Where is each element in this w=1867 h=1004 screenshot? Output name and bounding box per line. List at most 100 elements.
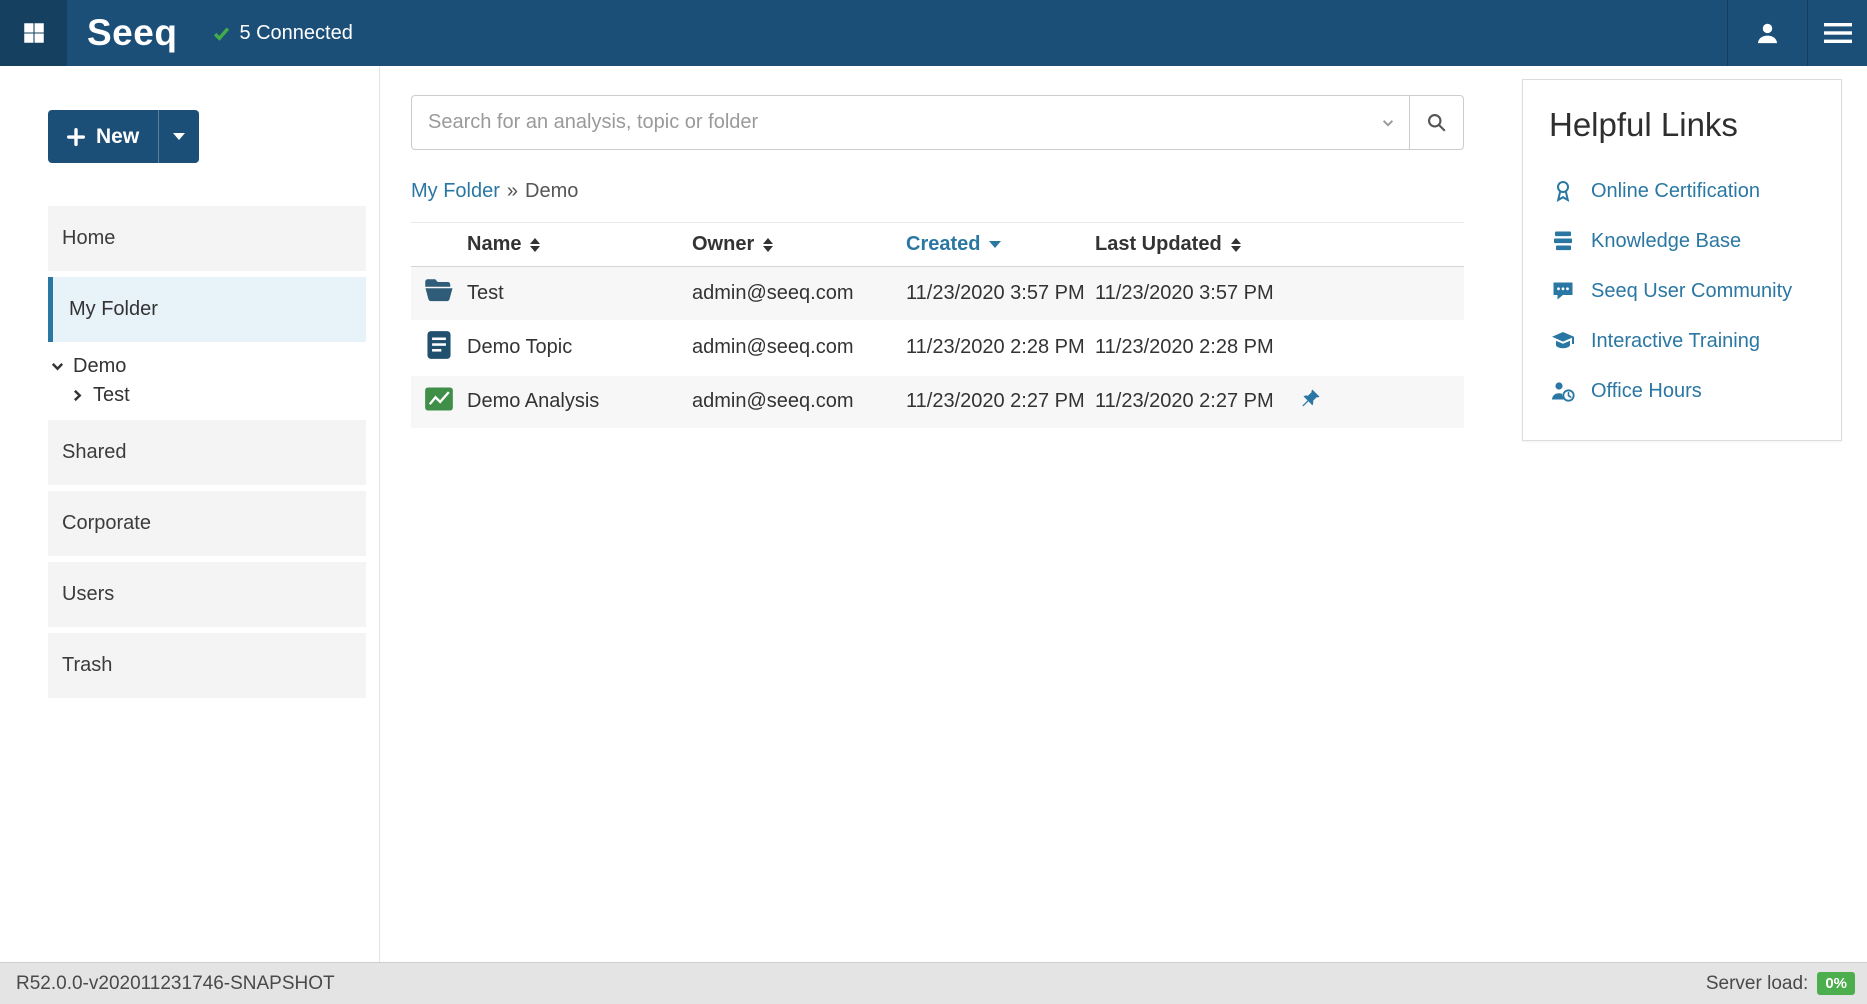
sort-icon [1231,238,1241,252]
analysis-icon [424,386,454,412]
link-office-hours[interactable]: Office Hours [1549,366,1815,416]
table-row-demo-topic[interactable]: Demo Topic admin@seeq.com 11/23/2020 2:2… [411,321,1464,375]
item-name: Demo Topic [467,321,692,375]
caret-down-icon [173,133,185,140]
item-updated: 11/23/2020 2:28 PM [1095,321,1300,375]
main-content: My Folder » Demo Name Owner Created [380,66,1492,962]
item-name: Test [467,267,692,321]
column-header-last-updated[interactable]: Last Updated [1095,223,1300,267]
hamburger-icon [1824,22,1852,44]
sort-icon [763,238,773,252]
item-updated: 11/23/2020 3:57 PM [1095,267,1300,321]
chevron-down-icon[interactable] [1381,116,1395,130]
status-bar: R52.0.0-v202011231746-SNAPSHOT Server lo… [0,962,1867,1004]
search-icon [1426,112,1447,133]
helpful-links-title: Helpful Links [1549,106,1815,144]
apps-grid-icon [21,20,47,46]
item-name: Demo Analysis [467,375,692,429]
sidebar-item-my-folder[interactable]: My Folder [48,277,366,342]
sidebar-item-trash[interactable]: Trash [48,633,366,698]
items-table: Name Owner Created Last Updated [411,222,1464,430]
right-panel: Helpful Links Online Certification Knowl… [1492,66,1867,962]
table-row-test[interactable]: Test admin@seeq.com 11/23/2020 3:57 PM 1… [411,267,1464,321]
new-button: New [48,110,199,163]
link-online-certification[interactable]: Online Certification [1549,166,1815,216]
sidebar-item-shared[interactable]: Shared [48,420,366,485]
top-navbar: Seeq 5 Connected [0,0,1867,66]
item-owner: admin@seeq.com [692,321,906,375]
item-created: 11/23/2020 2:27 PM [906,375,1095,429]
sort-desc-icon [989,241,1001,248]
navbar-actions [1727,0,1867,66]
link-label: Online Certification [1591,180,1760,203]
search-bar [411,95,1464,150]
user-icon [1754,20,1781,47]
check-icon [213,25,230,42]
certification-icon [1549,179,1576,203]
tree-item-label: Demo [73,355,126,378]
link-knowledge-base[interactable]: Knowledge Base [1549,216,1815,266]
tree-item-demo[interactable]: Demo [50,352,379,381]
new-button-main[interactable]: New [48,110,158,163]
community-icon [1549,279,1576,303]
server-load-badge: 0% [1817,972,1855,995]
link-label: Knowledge Base [1591,230,1741,253]
sidebar-item-label: Shared [62,441,127,464]
sidebar-item-label: Corporate [62,512,151,535]
chevron-right-icon [70,388,85,403]
sidebar: New Home My Folder Demo Test [0,66,380,962]
search-input[interactable] [411,95,1410,150]
sidebar-item-home[interactable]: Home [48,206,366,271]
connection-status[interactable]: 5 Connected [213,22,352,45]
sort-icon [530,238,540,252]
connection-status-label: 5 Connected [239,22,352,45]
main-menu-button[interactable] [1807,0,1867,66]
topic-icon [426,330,452,360]
link-label: Office Hours [1591,380,1702,403]
link-interactive-training[interactable]: Interactive Training [1549,316,1815,366]
link-label: Seeq User Community [1591,280,1792,303]
user-profile-button[interactable] [1727,0,1807,66]
folder-icon [424,278,454,303]
breadcrumb-my-folder-link[interactable]: My Folder [411,180,500,203]
item-created: 11/23/2020 2:28 PM [906,321,1095,375]
column-header-owner[interactable]: Owner [692,223,906,267]
link-label: Interactive Training [1591,330,1760,353]
sidebar-nav: Home My Folder Demo Test Shared Corporat [0,206,379,698]
breadcrumb: My Folder » Demo [411,176,1464,206]
link-seeq-user-community[interactable]: Seeq User Community [1549,266,1815,316]
sidebar-item-label: My Folder [69,298,158,321]
new-button-label: New [96,125,139,149]
training-icon [1549,329,1576,353]
column-header-name[interactable]: Name [467,223,692,267]
helpful-links-card: Helpful Links Online Certification Knowl… [1522,79,1842,441]
table-row-demo-analysis[interactable]: Demo Analysis admin@seeq.com 11/23/2020 … [411,375,1464,429]
item-updated: 11/23/2020 2:27 PM [1095,375,1300,429]
chevron-down-icon [50,359,65,374]
folder-tree: Demo Test [0,348,379,420]
sidebar-item-corporate[interactable]: Corporate [48,491,366,556]
column-header-created[interactable]: Created [906,223,1095,267]
sidebar-item-label: Trash [62,654,112,677]
sidebar-item-label: Home [62,227,115,250]
seeq-logo[interactable]: Seeq [87,12,177,54]
office-hours-icon [1549,379,1576,403]
pin-icon[interactable] [1300,392,1321,414]
apps-menu-button[interactable] [0,0,67,66]
new-button-dropdown[interactable] [158,110,199,163]
sidebar-item-label: Users [62,583,114,606]
search-button[interactable] [1409,95,1464,150]
sidebar-item-users[interactable]: Users [48,562,366,627]
tree-item-label: Test [93,384,130,407]
version-text: R52.0.0-v202011231746-SNAPSHOT [16,973,335,995]
table-header-row: Name Owner Created Last Updated [411,223,1464,267]
item-owner: admin@seeq.com [692,375,906,429]
plus-icon [67,128,85,146]
breadcrumb-separator: » [507,180,518,203]
knowledge-base-icon [1549,229,1576,253]
tree-item-test[interactable]: Test [50,381,379,410]
breadcrumb-current: Demo [525,180,578,203]
item-owner: admin@seeq.com [692,267,906,321]
server-load: Server load: 0% [1706,972,1855,995]
server-load-label: Server load: [1706,973,1808,995]
